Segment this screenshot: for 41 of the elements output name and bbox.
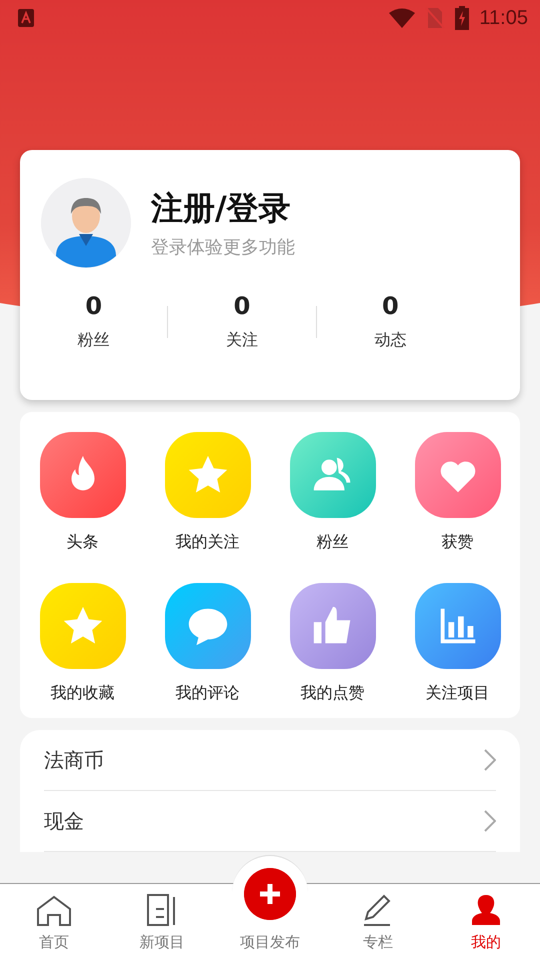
chevron-icon xyxy=(484,810,496,832)
stat-value: 0 xyxy=(85,292,102,320)
shortcut-label[interactable]: 我的关注 xyxy=(176,532,240,553)
stat-label: 粉丝 xyxy=(78,330,110,351)
plus-icon xyxy=(244,868,296,920)
stat-label: 关注 xyxy=(226,330,258,351)
person-icon xyxy=(471,893,501,927)
shortcut-label[interactable]: 我的收藏 xyxy=(50,683,114,704)
login-subtitle: 登录体验更多功能 xyxy=(151,236,295,259)
heart-icon[interactable] xyxy=(414,432,500,518)
nav-tab[interactable]: 我的 xyxy=(432,884,540,960)
nav-tab[interactable]: 专栏 xyxy=(324,884,432,960)
home-icon xyxy=(36,895,72,927)
bar-chart-icon[interactable] xyxy=(414,583,500,669)
document-icon xyxy=(146,893,178,927)
thumbs-up-icon[interactable] xyxy=(290,583,376,669)
shortcut-label[interactable]: 关注项目 xyxy=(426,683,490,704)
wifi-icon xyxy=(389,8,416,28)
flame-icon[interactable] xyxy=(40,432,126,518)
menu-item[interactable]: 现金 xyxy=(44,808,84,834)
status-time: 11:05 xyxy=(479,6,528,30)
shortcut-label[interactable]: 获赞 xyxy=(442,532,474,553)
battery-icon xyxy=(455,6,470,30)
nav-tab[interactable]: 新项目 xyxy=(108,884,216,960)
star-icon[interactable] xyxy=(164,432,250,518)
shortcut-label[interactable]: 头条 xyxy=(66,532,98,553)
stat-label: 动态 xyxy=(374,330,406,351)
shortcut-label[interactable]: 我的点赞 xyxy=(300,683,364,704)
nav-tab[interactable]: 项目发布 xyxy=(216,850,324,960)
chat-icon[interactable] xyxy=(164,583,250,669)
shortcut-label[interactable]: 粉丝 xyxy=(316,532,348,553)
login-title[interactable]: 注册/登录 xyxy=(151,187,295,231)
menu-item[interactable]: 法商币 xyxy=(44,746,104,774)
chevron-icon xyxy=(484,749,496,771)
app-icon xyxy=(18,9,34,27)
stat-value: 0 xyxy=(382,292,399,320)
star-icon[interactable] xyxy=(40,583,126,669)
shortcut-label[interactable]: 我的评论 xyxy=(176,683,240,704)
nav-tab[interactable]: 首页 xyxy=(0,884,108,960)
stat-value: 0 xyxy=(234,292,250,320)
people-icon[interactable] xyxy=(290,432,376,518)
